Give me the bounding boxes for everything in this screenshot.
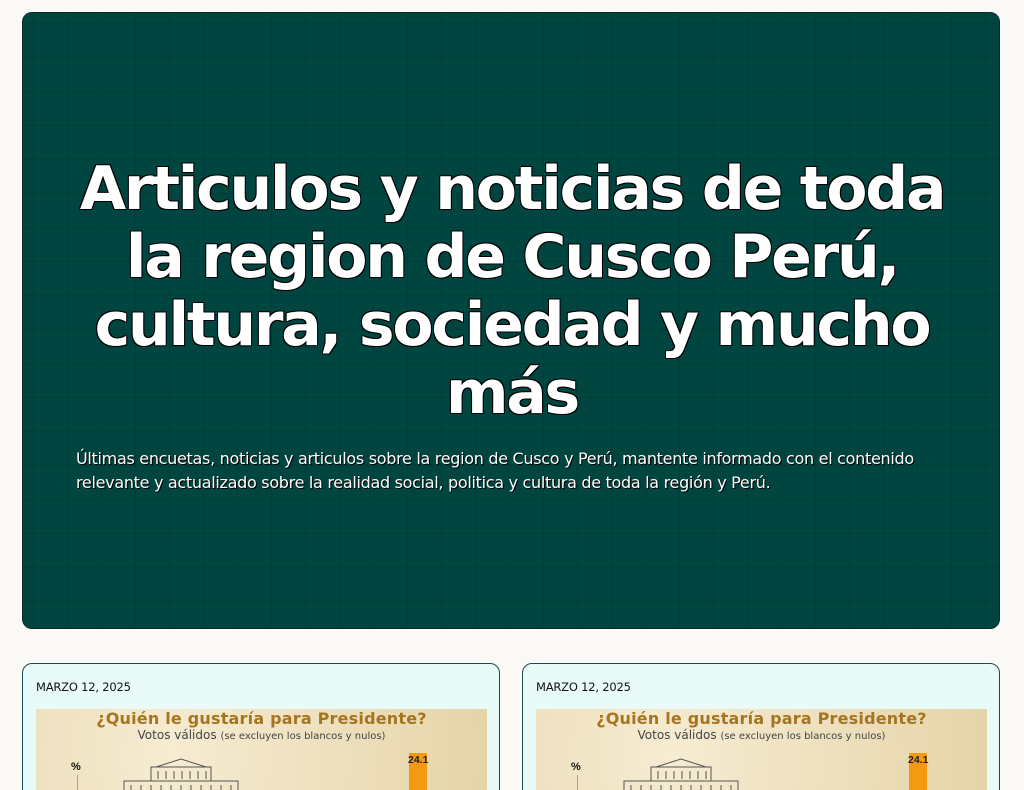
hero-title: Articulos y noticias de toda la region d… [79, 154, 947, 428]
thumbnail-axis-label: % [571, 761, 581, 773]
thumbnail-subtitle: Votos válidos (se excluyen los blancos y… [536, 728, 987, 742]
thumbnail-subtitle-note: (se excluyen los blancos y nulos) [720, 731, 886, 742]
article-thumbnail[interactable]: ¿Quién le gustaría para Presidente? Voto… [536, 709, 987, 790]
article-thumbnail[interactable]: ¿Quién le gustaría para Presidente? Voto… [36, 709, 487, 790]
article-card[interactable]: MARZO 12, 2025 ¿Quién le gustaría para P… [522, 663, 1000, 790]
palace-illustration [623, 758, 739, 790]
article-card[interactable]: MARZO 12, 2025 ¿Quién le gustaría para P… [22, 663, 500, 790]
hero-description: Últimas encuetas, noticias y articulos s… [76, 449, 914, 492]
thumbnail-bar-value: 24.1 [408, 754, 429, 766]
article-date: MARZO 12, 2025 [536, 680, 631, 694]
thumbnail-title: ¿Quién le gustaría para Presidente? [596, 709, 927, 728]
thumbnail-subtitle-main: Votos válidos [637, 728, 717, 742]
thumbnail-bar-value: 24.1 [908, 754, 929, 766]
hero-banner: Articulos y noticias de toda la region d… [22, 12, 1000, 629]
thumbnail-subtitle-main: Votos válidos [137, 728, 217, 742]
article-date: MARZO 12, 2025 [36, 680, 131, 694]
thumbnail-title: ¿Quién le gustaría para Presidente? [96, 709, 427, 728]
palace-illustration [123, 758, 239, 790]
thumbnail-subtitle: Votos válidos (se excluyen los blancos y… [36, 728, 487, 742]
thumbnail-axis-label: % [71, 761, 81, 773]
thumbnail-axis-line [577, 775, 578, 790]
thumbnail-subtitle-note: (se excluyen los blancos y nulos) [220, 731, 386, 742]
thumbnail-axis-line [77, 775, 78, 790]
